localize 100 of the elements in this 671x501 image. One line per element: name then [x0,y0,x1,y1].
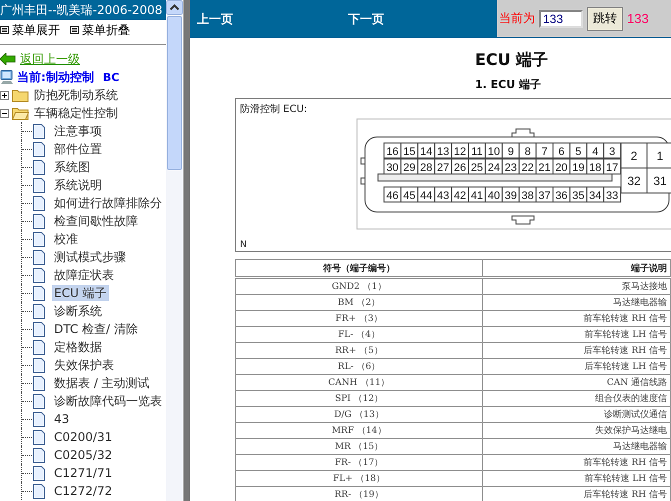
connector-pin: 5 [569,142,588,158]
connector-pin: 14 [417,142,436,158]
tree-item[interactable]: 如何进行故障排除分 [52,195,164,211]
connector-pin: 24 [484,158,503,174]
tree-folder[interactable]: 防抱死制动系统 [32,87,120,103]
table-cell: BM （2） [236,294,482,310]
tree-item[interactable]: 定格数据 [52,339,104,355]
tree-item[interactable]: 注意事项 [52,123,104,139]
page-icon [33,142,45,156]
page-icon [33,304,45,318]
table-cell: 马达继电器输 [482,294,670,310]
tree-item[interactable]: 校准 [52,231,80,247]
table-cell: RL- （6） [236,358,482,374]
tree-item[interactable]: 43 [52,411,72,427]
connector-pin: 10 [484,142,503,158]
tree-item[interactable]: C0205/32 [52,447,114,463]
collapse-icon[interactable] [0,108,9,118]
scrollbar-thumb[interactable] [167,16,182,170]
connector-pin: 43 [434,186,452,202]
tree-item[interactable]: 系统说明 [52,177,104,193]
sidebar-title: 广州丰田--凯美瑞-2006-2008 [0,0,166,20]
page-icon [33,286,45,300]
table-cell: CAN 通信线路 [482,374,670,390]
connector-pin: 16 [384,142,402,158]
connector-pin: 19 [569,158,588,174]
page-icon [33,124,45,138]
table-cell: FR- （17） [236,454,482,470]
connector-pin: 46 [384,186,402,202]
connector-pin: 37 [536,186,554,202]
tree-item[interactable]: 数据表 / 主动测试 [52,375,152,391]
table-cell: 后车轮转速 LH 信号 [482,358,670,374]
page-icon [33,484,45,498]
page-icon [33,448,45,462]
expand-icon[interactable] [0,90,9,100]
table-cell: 前车轮转速 RH 信号 [482,310,670,326]
folder-icon [12,88,29,102]
table-cell: 马达继电器输 [482,438,670,454]
page-input[interactable]: 133 [539,10,583,28]
connector-pin: 29 [400,158,418,174]
connector-pin: 12 [451,142,469,158]
tree-item[interactable]: 诊断系统 [52,303,104,319]
table-cell: FR+ （3） [236,310,482,326]
connector-pin: 34 [586,186,604,202]
tree-folder[interactable]: 车辆稳定性控制 [32,105,120,121]
page-icon [33,358,45,372]
connector-pin: 7 [536,142,554,158]
connector-pin: 42 [451,186,469,202]
connector-pin: 15 [400,142,418,158]
connector-pin: 11 [468,142,486,158]
back-link[interactable]: 返回上一级 [20,50,80,68]
current-section: 当前:制动控制 [17,68,94,86]
connector-pin: 38 [518,186,537,202]
table-cell: 后车轮转速 RH 信号 [482,342,670,358]
page-icon [33,394,45,408]
tree-item[interactable]: C1272/72 [52,483,114,499]
page-icon [33,322,45,336]
connector-pin: 30 [384,158,402,174]
connector-pin: 39 [502,186,520,202]
computer-icon [0,70,14,84]
table-cell: RR+ （5） [236,342,482,358]
tree-item[interactable]: DTC 检查/ 清除 [52,321,140,337]
menu-link[interactable]: 菜单展开 [12,22,60,38]
connector-pin: 4 [586,142,604,158]
page-icon [33,232,45,246]
connector-pin: 33 [603,186,622,202]
current-page-label: 当前为 [499,10,535,27]
page-icon [33,214,45,228]
tree-item[interactable]: 故障症状表 [52,267,116,283]
tree-item[interactable]: 检查间歇性故障 [52,213,140,229]
next-page-link[interactable]: 下一页 [348,10,384,28]
table-cell: 前车轮转速 RH 信号 [482,454,670,470]
prev-page-link[interactable]: 上一页 [197,10,233,28]
tree-item[interactable]: ECU 端子 [52,285,109,301]
table-cell: MRF （14） [236,422,482,438]
connector-pin: 44 [417,186,436,202]
tree-item[interactable]: 失效保护表 [52,357,116,373]
connector-pin: 31 [646,168,671,194]
section-code: BC [102,70,120,84]
table-cell: D/G （13） [236,406,482,422]
tree-item[interactable]: 系统图 [52,159,92,175]
connector-pin: 8 [518,142,537,158]
scroll-up-icon[interactable] [166,0,184,15]
figure-caption: 防滑控制 ECU: [239,102,308,116]
page-icon [33,196,45,210]
page-icon [33,376,45,390]
connector-pin: 9 [502,142,520,158]
table-cell: 前车轮转速 LH 信号 [482,326,670,342]
tree-item[interactable]: 部件位置 [52,141,104,157]
connector-pin: 13 [434,142,452,158]
page-icon [33,178,45,192]
menu-link[interactable]: 菜单折叠 [82,22,130,38]
tree-item[interactable]: C1271/71 [52,465,114,481]
page-icon [33,160,45,174]
go-button[interactable]: 跳转 [587,6,623,30]
tree-item[interactable]: C0200/31 [52,429,114,445]
scrollbar[interactable] [166,0,184,501]
tree-item[interactable]: 测试模式步骤 [52,249,128,265]
tree-item[interactable]: 诊断故障代码一览表 [52,393,164,409]
table-cell: 前车轮转速 LH 信号 [482,470,670,486]
table-cell: 失效保护马达继电 [482,422,670,438]
